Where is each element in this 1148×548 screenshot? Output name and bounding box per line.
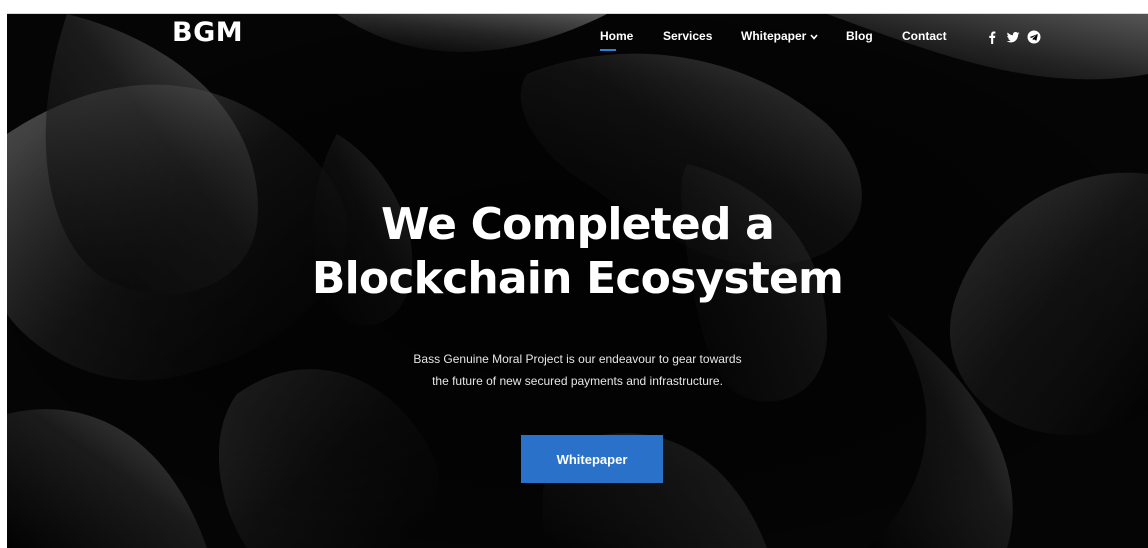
hero-title-line-1: We Completed a <box>380 199 775 250</box>
hero-subtitle-line-2: the future of new secured payments and i… <box>432 374 723 388</box>
whitepaper-button[interactable]: Whitepaper <box>521 435 663 483</box>
brand-logo[interactable]: BGM <box>172 17 243 48</box>
nav-item-home[interactable]: Home <box>600 29 633 51</box>
hero-subtitle: Bass Genuine Moral Project is our endeav… <box>7 348 1148 392</box>
hero-subtitle-line-1: Bass Genuine Moral Project is our endeav… <box>413 352 742 366</box>
nav-item-services[interactable]: Services <box>663 29 712 43</box>
hero-title-line-2: Blockchain Ecosystem <box>311 253 844 304</box>
facebook-icon[interactable] <box>985 30 999 44</box>
nav-item-contact[interactable]: Contact <box>902 29 947 43</box>
nav-item-blog[interactable]: Blog <box>846 29 873 43</box>
chevron-down-icon <box>810 34 818 40</box>
twitter-icon[interactable] <box>1006 30 1020 44</box>
hero-title: We Completed a Blockchain Ecosystem <box>7 198 1148 306</box>
telegram-icon[interactable] <box>1027 30 1041 44</box>
hero-section: BGM Home Services Whitepaper Blog Contac… <box>7 13 1148 548</box>
nav-item-whitepaper-label: Whitepaper <box>741 29 807 43</box>
nav-item-whitepaper[interactable]: Whitepaper <box>741 29 818 43</box>
